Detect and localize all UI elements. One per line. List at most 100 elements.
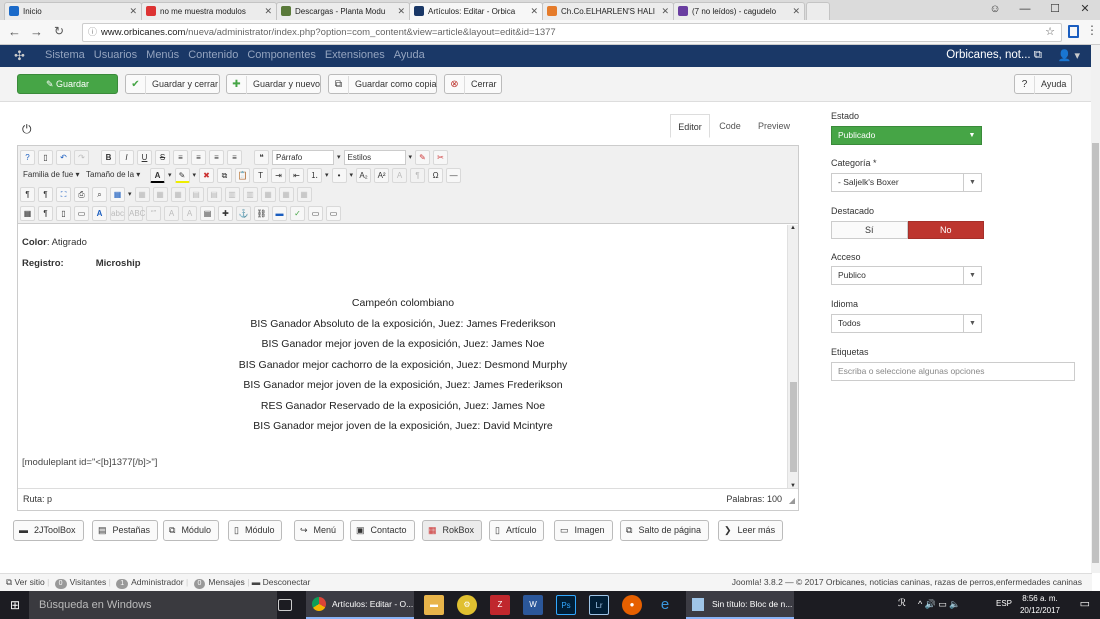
reload-icon[interactable]: ↻ xyxy=(54,24,64,38)
indent-icon[interactable]: ⇥ xyxy=(271,167,287,183)
visual-aid-icon[interactable]: ▦ xyxy=(20,205,35,221)
table-props-icon[interactable]: ▦ xyxy=(134,186,150,202)
table-cell-icon[interactable]: ▦ xyxy=(152,186,168,202)
save-button[interactable]: ✎ Guardar xyxy=(17,74,118,94)
app-icon[interactable]: ⚙ xyxy=(457,595,477,615)
redo-icon[interactable]: ↷ xyxy=(74,149,89,165)
taskbar-clock[interactable]: 8:56 a. m. 20/12/2017 xyxy=(1020,593,1060,617)
close-tab-icon[interactable]: ✕ xyxy=(661,3,669,20)
taskbar-chrome-window[interactable]: Artículos: Editar - O... xyxy=(306,591,414,619)
align-justify-icon[interactable]: ≡ xyxy=(173,149,188,165)
bold-icon[interactable]: B xyxy=(101,149,116,165)
article-button[interactable]: ▯ Artículo xyxy=(489,520,545,541)
resize-handle-icon[interactable]: ◢ xyxy=(789,491,795,511)
undo-icon[interactable]: ↶ xyxy=(56,149,71,165)
help-button[interactable]: ? Ayuda xyxy=(1014,74,1072,94)
minimize-icon[interactable]: — xyxy=(1010,0,1040,20)
page-break-icon[interactable]: ▭ xyxy=(308,205,323,221)
close-tab-icon[interactable]: ✕ xyxy=(530,3,538,20)
windows-start-icon[interactable]: ⊞ xyxy=(10,598,20,612)
table-insert-row-icon[interactable]: ▤ xyxy=(188,186,204,202)
browser-tab[interactable]: no me muestra modulos ✕ xyxy=(141,2,277,20)
table-delete-row-icon[interactable]: ▤ xyxy=(206,186,222,202)
photoshop-icon[interactable]: Ps xyxy=(556,595,576,615)
editor-scroll-thumb[interactable] xyxy=(790,382,797,472)
table-split-icon[interactable]: ▦ xyxy=(278,186,294,202)
info-icon[interactable]: ⓘ xyxy=(88,24,97,41)
paste-text-icon[interactable]: T xyxy=(253,167,269,183)
profile-icon[interactable]: ☺ xyxy=(980,0,1010,20)
editor-scrollbar[interactable]: ▲ ▼ xyxy=(787,225,798,489)
font-family-select[interactable]: Familia de fue ▾ xyxy=(20,167,80,183)
highlight-icon[interactable]: ✎ xyxy=(174,167,190,183)
idioma-select[interactable]: Todos ▼ xyxy=(831,314,982,333)
eraser-icon[interactable]: ✎ xyxy=(415,149,431,165)
align-right-icon[interactable]: ≡ xyxy=(227,149,242,165)
toggle-editor-icon[interactable]: ⏻ xyxy=(22,122,32,137)
menu-dots-icon[interactable]: ⋮ xyxy=(1086,23,1098,37)
maximize-icon[interactable]: ☐ xyxy=(1040,0,1070,20)
read-more-button[interactable]: ❯ Leer más xyxy=(718,520,784,541)
path-value[interactable]: p xyxy=(47,494,52,504)
search-replace-icon[interactable]: ⌕ xyxy=(92,186,107,202)
save-copy-button[interactable]: ⧉ Guardar como copia xyxy=(328,74,437,94)
forward-icon[interactable]: → xyxy=(30,24,43,39)
menu-button[interactable]: ↪ Menú xyxy=(294,520,345,541)
clean-format-icon[interactable]: ✂ xyxy=(433,149,449,165)
browser-tab[interactable]: (7 no leídos) - cagudelo ✕ xyxy=(673,2,805,20)
rokbox-button[interactable]: ▦ RokBox xyxy=(422,520,483,541)
file-explorer-icon[interactable]: ▬ xyxy=(424,595,444,615)
task-view-icon[interactable] xyxy=(278,599,292,611)
system-tray-icons[interactable]: ^ 🔊 ▭ 🔈 xyxy=(918,599,961,610)
destacado-no-button[interactable]: No xyxy=(907,221,984,239)
module-button[interactable]: ⧉ Módulo xyxy=(163,520,219,541)
template-icon[interactable]: ▯ xyxy=(56,205,71,221)
save-close-button[interactable]: ✔ Guardar y cerrar xyxy=(125,74,220,94)
table-insert-col-icon[interactable]: ▥ xyxy=(224,186,240,202)
align-center-icon[interactable]: ≡ xyxy=(191,149,206,165)
print-icon[interactable]: ⎙ xyxy=(74,186,89,202)
anchor-icon[interactable]: ⚓ xyxy=(236,205,251,221)
scroll-up-icon[interactable]: ▲ xyxy=(790,225,796,231)
windows-search-box[interactable]: Búsqueda en Windows xyxy=(29,591,277,619)
page-scroll-thumb[interactable] xyxy=(1092,143,1099,563)
new-tab-button[interactable] xyxy=(806,2,830,20)
media-icon[interactable]: ▬ xyxy=(272,205,287,221)
superscript-icon[interactable]: A² xyxy=(374,167,390,183)
notification-icon[interactable]: ▭ xyxy=(1080,597,1090,610)
firefox-icon[interactable]: ● xyxy=(622,595,642,615)
table-delete-col-icon[interactable]: ▥ xyxy=(242,186,258,202)
estado-select[interactable]: Publicado ▼ xyxy=(831,126,982,145)
destacado-yes-button[interactable]: Sí xyxy=(831,221,908,239)
close-tab-icon[interactable]: ✕ xyxy=(792,3,800,20)
menu-menus[interactable]: Menús xyxy=(146,49,179,61)
table-row-icon[interactable]: ▦ xyxy=(170,186,186,202)
insert-icon[interactable]: ¶ xyxy=(410,167,426,183)
filezilla-icon[interactable]: Z xyxy=(490,595,510,615)
menu-sistema[interactable]: Sistema xyxy=(45,49,85,61)
styles-select[interactable]: Estilos xyxy=(343,149,406,165)
joomla-logo-icon[interactable]: ✣ xyxy=(14,48,25,64)
underline-icon[interactable]: U xyxy=(137,149,152,165)
menu-ayuda[interactable]: Ayuda xyxy=(394,49,425,61)
etiquetas-input[interactable]: Escriba o seleccione algunas opciones xyxy=(831,362,1075,381)
word-icon[interactable]: W xyxy=(523,595,543,615)
people-icon[interactable]: ℛ xyxy=(898,598,906,609)
ltr-icon[interactable]: ¶ xyxy=(20,186,35,202)
bookmark-star-icon[interactable]: ☆ xyxy=(1045,24,1055,41)
numbered-list-icon[interactable]: ⒈ xyxy=(307,167,323,183)
copy-icon[interactable]: ⧉ xyxy=(217,167,233,183)
insert-date-icon[interactable]: ▤ xyxy=(200,205,215,221)
close-tab-icon[interactable]: ✕ xyxy=(129,3,137,20)
menu-extensiones[interactable]: Extensiones xyxy=(325,49,385,61)
del-icon[interactable]: A xyxy=(164,205,179,221)
desconectar-link[interactable]: ▬ Desconectar xyxy=(252,577,311,587)
browser-tab[interactable]: Ch.Co.ELHARLEN'S HALI ✕ xyxy=(542,2,674,20)
link-icon[interactable]: ⛓ xyxy=(254,205,269,221)
spellcheck-icon[interactable]: A xyxy=(92,205,107,221)
special-char-icon[interactable]: Ω xyxy=(428,167,444,183)
menu-contenido[interactable]: Contenido xyxy=(188,49,238,61)
remove-format-icon[interactable]: A xyxy=(392,167,408,183)
extension-icon[interactable] xyxy=(1068,25,1079,38)
menu-usuarios[interactable]: Usuarios xyxy=(94,49,137,61)
